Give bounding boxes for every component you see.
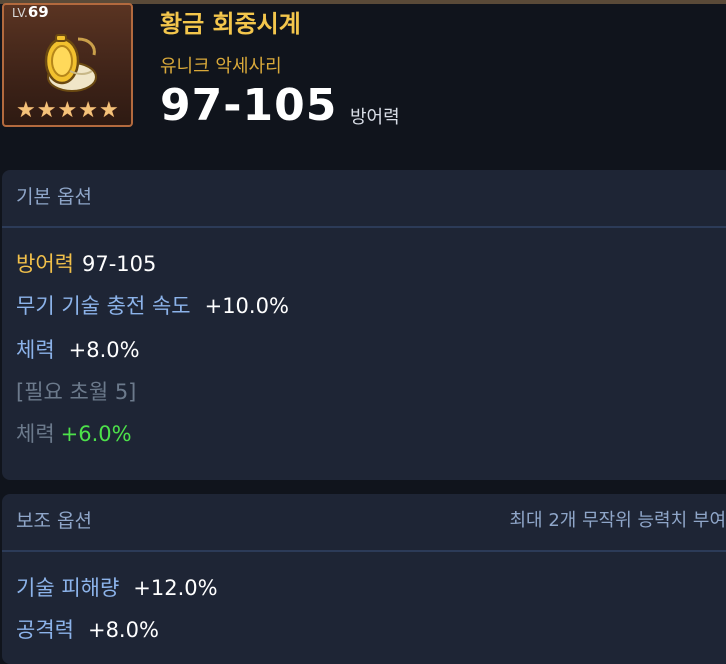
- option-value: 97-105: [82, 252, 156, 276]
- option-value: +8.0%: [88, 618, 159, 642]
- star-icon: ★: [78, 100, 98, 122]
- option-value: +6.0%: [61, 422, 132, 446]
- option-value: +8.0%: [69, 338, 140, 362]
- option-value: +12.0%: [133, 576, 217, 600]
- option-key: 체력: [16, 338, 55, 362]
- main-stat-value: 97-105: [160, 80, 337, 131]
- item-icon-frame: LV.69 ★ ★ ★ ★ ★: [2, 3, 133, 127]
- sub-options-header: 보조 옵션 최대 2개 무작위 능력치 부여: [2, 494, 726, 552]
- option-key: 기술 피해량: [16, 576, 119, 600]
- star-icon: ★: [57, 100, 77, 122]
- star-icon: ★: [16, 100, 36, 122]
- option-row: 기술 피해량 +12.0%: [16, 572, 218, 602]
- item-level: LV.69: [12, 3, 49, 21]
- sub-options-note: 최대 2개 무작위 능력치 부여: [510, 506, 726, 532]
- golden-pocket-watch-icon: [34, 31, 104, 97]
- option-row: 방어력 97-105: [16, 248, 156, 278]
- main-stat-label: 방어력: [350, 103, 400, 129]
- star-icon: ★: [37, 100, 57, 122]
- requirement-text: [필요 초월 5]: [16, 376, 136, 406]
- option-key: 무기 기술 충전 속도: [16, 294, 191, 318]
- star-icon: ★: [99, 100, 119, 122]
- option-key: 체력: [16, 422, 55, 446]
- item-name: 황금 회중시계: [160, 4, 301, 39]
- item-type: 유니크 악세사리: [160, 52, 282, 78]
- basic-options-panel: 기본 옵션 방어력 97-105 무기 기술 충전 속도 +10.0% 체력 +8.0…: [2, 170, 726, 480]
- option-row: 무기 기술 충전 속도 +10.0%: [16, 290, 289, 320]
- option-row: 체력 +8.0%: [16, 334, 140, 364]
- option-key: 공격력: [16, 618, 74, 642]
- sub-options-panel: 보조 옵션 최대 2개 무작위 능력치 부여 기술 피해량 +12.0% 공격력 +…: [2, 494, 726, 664]
- basic-options-header: 기본 옵션: [2, 170, 726, 228]
- option-row: 공격력 +8.0%: [16, 614, 159, 644]
- locked-option-row: 체력+6.0%: [16, 418, 132, 448]
- option-key: 방어력: [16, 252, 74, 276]
- basic-options-title: 기본 옵션: [16, 182, 92, 209]
- option-value: +10.0%: [205, 294, 289, 318]
- sub-options-title: 보조 옵션: [16, 506, 92, 533]
- star-rating: ★ ★ ★ ★ ★: [16, 100, 119, 122]
